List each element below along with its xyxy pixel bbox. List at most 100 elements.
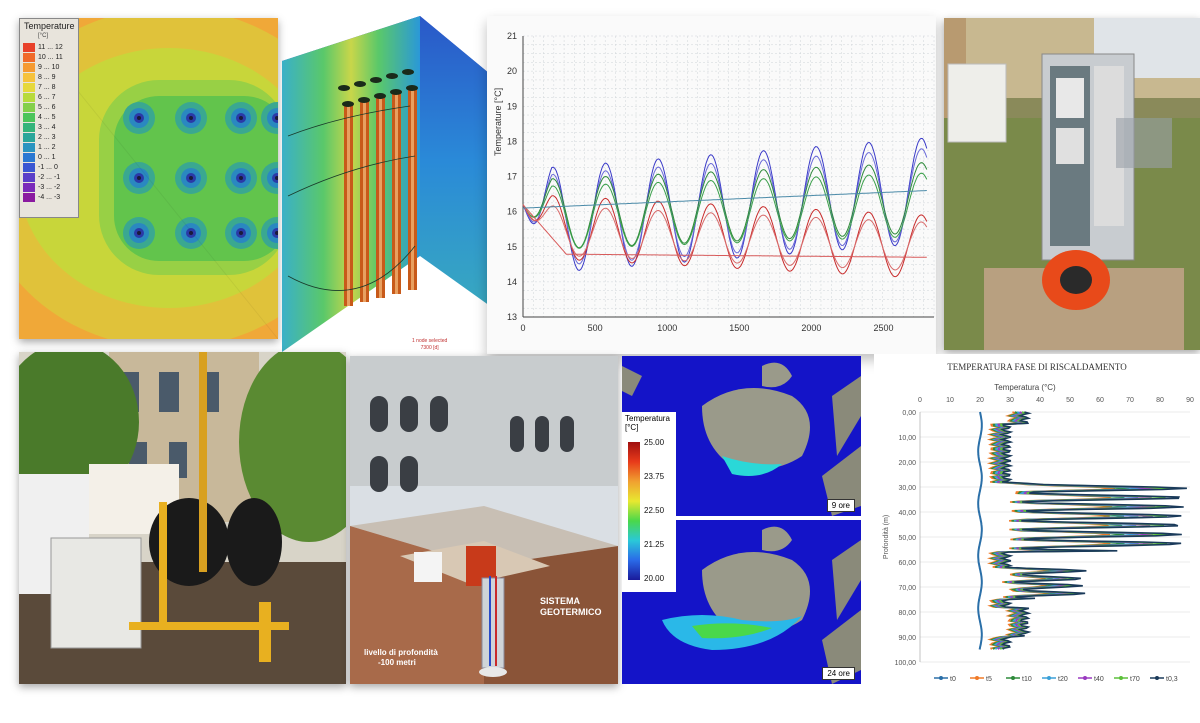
temperature-trend-line <box>522 190 927 209</box>
legend-row: 4 ... 5 <box>20 112 78 122</box>
y-tick-label: 15 <box>507 242 517 252</box>
sim-legend-value: 23.75 <box>644 472 665 481</box>
profile-legend-label: t70 <box>1130 676 1140 683</box>
legend-swatch <box>23 142 35 152</box>
y-tick-label: 13 <box>507 312 517 322</box>
profile-legend-item: t0 <box>934 676 956 683</box>
y-tick-label: 10,00 <box>898 435 916 442</box>
y-axis-label: Profondità (m) <box>883 515 890 559</box>
y-tick-label: 0,00 <box>902 410 916 417</box>
legend-swatch <box>23 72 35 82</box>
profile-legend-label: t0,3 <box>1166 676 1178 683</box>
label-9h: 9 ore <box>826 499 855 512</box>
temperature-series-line <box>522 137 928 271</box>
profile-legend-item: t5 <box>970 676 992 683</box>
model-status-line1: 1 node selected <box>412 338 448 344</box>
y-tick-label: 30,00 <box>898 485 916 492</box>
y-tick-label: 20,00 <box>898 460 916 467</box>
y-tick-label: 90,00 <box>898 635 916 642</box>
profile-legend-label: t10 <box>1022 676 1032 683</box>
pile-head <box>338 85 350 91</box>
legend-label: 8 ... 9 <box>38 73 56 81</box>
x-tick-label: 60 <box>1096 397 1104 404</box>
model-3d-panel: 1 node selected 7300 [d] <box>280 16 492 352</box>
borehole <box>123 217 155 249</box>
depth-label: livello di profondità -100 metri <box>364 648 438 668</box>
sim-legend-value: 20.00 <box>644 574 665 583</box>
x-tick-label: 2500 <box>874 323 894 333</box>
profile-legend-label: t5 <box>986 676 992 683</box>
label-24h: 24 ore <box>822 667 855 680</box>
sim-legend-value: 22.50 <box>644 506 665 515</box>
legend-row: -4 ... -3 <box>20 192 78 202</box>
legend-swatch <box>23 52 35 62</box>
x-tick-label: 1500 <box>729 323 749 333</box>
lagoon-simulation-panel: 9 ore 24 ore Temperatura [°C] 25.00 23.75… <box>622 356 861 684</box>
legend-label: -1 ... 0 <box>38 163 58 171</box>
temperature-timeseries-panel: 21 20 19 18 17 16 15 14 13 0 500 1000 1500 2000 2500 T… <box>487 16 936 354</box>
legend-swatch <box>23 182 35 192</box>
x-tick-label: 80 <box>1156 397 1164 404</box>
y-tick-label: 60,00 <box>898 560 916 567</box>
y-axis-label: Temperature [°C] <box>493 87 503 156</box>
x-tick-label: 1000 <box>657 323 677 333</box>
borehole <box>175 217 207 249</box>
cabinet-photo <box>944 18 1200 350</box>
sim-legend-value: 25.00 <box>644 438 665 447</box>
legend-rows: 11 ... 12 10 ... 11 9 ... 10 8 ... 9 7 ... 8… <box>20 42 78 202</box>
system-label-line1: SISTEMA <box>540 596 581 606</box>
y-tick-label: 40,00 <box>898 510 916 517</box>
legend-row: 11 ... 12 <box>20 42 78 52</box>
profile-series-line <box>977 411 983 650</box>
y-tick-label: 20 <box>507 66 517 76</box>
legend-label: 6 ... 7 <box>38 93 56 101</box>
x-tick-label: 40 <box>1036 397 1044 404</box>
legend-row: -3 ... -2 <box>20 182 78 192</box>
profile-series-line <box>998 411 1187 650</box>
borehole <box>123 102 155 134</box>
legend-row: 2 ... 3 <box>20 132 78 142</box>
legend-swatch <box>23 162 35 172</box>
legend-label: -3 ... -2 <box>38 183 61 191</box>
pile-head <box>354 81 366 87</box>
y-tick-label: 16 <box>507 207 517 217</box>
legend-title: Temperature <box>24 21 75 31</box>
profile-legend-item: t20 <box>1042 676 1068 683</box>
y-tick-label: 17 <box>507 172 517 182</box>
legend-swatch <box>23 102 35 112</box>
sim-legend-value: 21.25 <box>644 540 665 549</box>
legend-row: 5 ... 6 <box>20 102 78 112</box>
y-tick-label: 100,00 <box>895 660 917 667</box>
profile-title: TEMPERATURA FASE DI RISCALDAMENTO <box>947 362 1127 372</box>
temperature-timeseries-chart: 21 20 19 18 17 16 15 14 130 500 1000 1500 2000 2500 <box>507 31 935 333</box>
profile-legend-label: t20 <box>1058 676 1068 683</box>
legend-swatch <box>23 152 35 162</box>
x-tick-label: 0 <box>520 323 525 333</box>
legend-swatch <box>23 62 35 72</box>
legend-row: 7 ... 8 <box>20 82 78 92</box>
x-tick-label: 50 <box>1066 397 1074 404</box>
y-tick-label: 21 <box>507 31 517 41</box>
pile-head <box>386 73 398 79</box>
pile-head <box>402 69 414 75</box>
borehole <box>175 162 207 194</box>
y-tick-label: 19 <box>507 101 517 111</box>
legend-label: 9 ... 10 <box>38 63 60 71</box>
x-tick-label: 0 <box>918 397 922 404</box>
legend-label: 3 ... 4 <box>38 123 56 131</box>
legend-label: 10 ... 11 <box>38 53 63 61</box>
legend-label: 2 ... 3 <box>38 133 56 141</box>
borehole <box>225 217 257 249</box>
profile-legend-label: t0 <box>950 676 956 683</box>
depth-label-line2: -100 metri <box>378 658 416 667</box>
legend-unit: [°C] <box>38 33 49 39</box>
x-tick-label: 70 <box>1126 397 1134 404</box>
borehole <box>175 102 207 134</box>
depth-profile-panel: TEMPERATURA FASE DI RISCALDAMENTO Temper… <box>874 354 1200 684</box>
geothermal-system-rendering: SISTEMA GEOTERMICO livello di profondità… <box>350 356 618 684</box>
legend-swatch <box>23 132 35 142</box>
legend-label: 0 ... 1 <box>38 153 56 161</box>
profile-legend-item: t10 <box>1006 676 1032 683</box>
y-tick-label: 14 <box>507 277 517 287</box>
thermal-map-panel: Temperature [°C] 11 ... 12 10 ... 11 9 ...… <box>19 18 278 339</box>
